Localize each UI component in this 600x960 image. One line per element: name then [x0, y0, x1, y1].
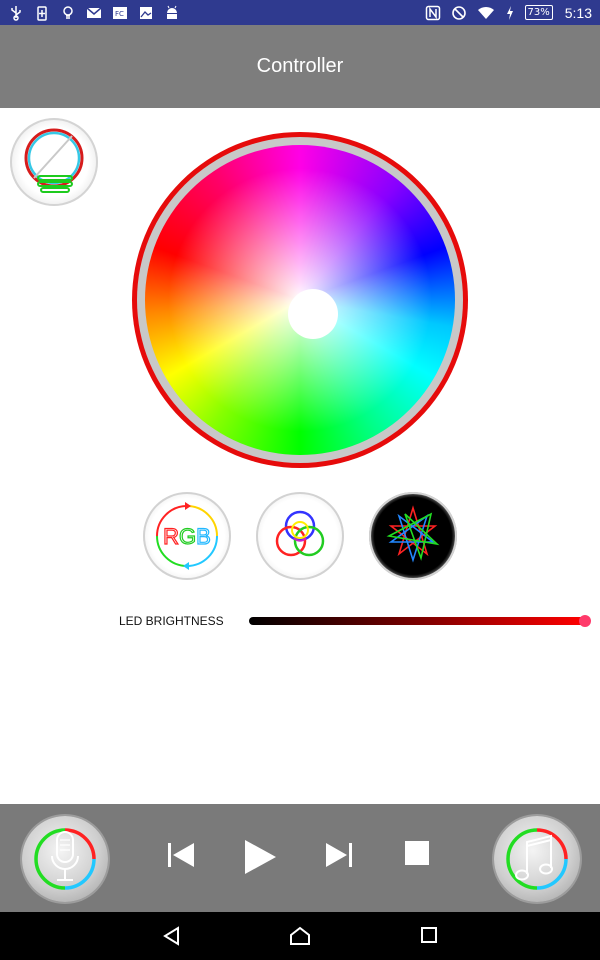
brightness-slider-track[interactable] — [249, 617, 585, 625]
page-title: Controller — [256, 55, 344, 77]
color-circles-icon — [275, 510, 325, 557]
heptagram-icon — [386, 505, 440, 563]
bulb-toggle-button[interactable] — [10, 118, 98, 206]
nfc-icon — [425, 5, 440, 20]
photos-icon — [140, 6, 152, 19]
skip-next-button[interactable] — [324, 840, 354, 870]
android-icon — [167, 5, 177, 19]
stop-button[interactable] — [404, 840, 430, 866]
microphone-mode-button[interactable] — [22, 816, 108, 902]
fc-icon: FC — [113, 6, 127, 19]
wifi-icon — [477, 6, 494, 19]
clock: 5:13 — [564, 4, 592, 21]
play-icon — [245, 840, 276, 874]
skip-next-icon — [326, 843, 352, 867]
gmail-icon — [86, 6, 102, 18]
music-mode-button[interactable] — [494, 816, 580, 902]
brightness-slider-thumb[interactable] — [579, 615, 591, 627]
skip-previous-icon — [168, 843, 194, 867]
nav-home-button[interactable] — [289, 926, 311, 950]
recents-icon — [421, 927, 437, 943]
rgb-cycle-icon: RGB — [156, 502, 218, 570]
music-note-icon — [506, 828, 568, 890]
app-bar: Controller — [0, 25, 600, 108]
color-wheel-selector[interactable] — [288, 289, 338, 339]
svg-text:FC: FC — [115, 10, 124, 18]
status-right-icons: 73% 5:13 — [425, 5, 592, 21]
player-bar — [0, 804, 600, 912]
status-left-icons: FC — [8, 5, 180, 21]
rgb-mode-button[interactable]: RGB — [143, 492, 231, 580]
nav-back-button[interactable] — [162, 926, 182, 950]
play-button[interactable] — [242, 838, 278, 876]
rgb-label: RGB — [163, 524, 211, 549]
usb-icon — [11, 5, 21, 21]
nav-recents-button[interactable] — [420, 926, 438, 948]
color-mix-mode-button[interactable] — [256, 492, 344, 580]
back-icon — [163, 926, 179, 946]
color-wheel-spectrum[interactable] — [145, 145, 455, 455]
battery-saver-icon — [37, 5, 47, 21]
status-bar: FC 73% 5:13 — [0, 0, 600, 25]
microphone-icon — [34, 828, 96, 890]
battery-level: 73% — [524, 5, 553, 20]
star-mode-button[interactable] — [369, 492, 457, 580]
brightness-slider[interactable] — [249, 615, 591, 627]
stop-icon — [405, 841, 429, 865]
brightness-label: LED BRIGHTNESS — [119, 614, 224, 628]
do-not-disturb-icon — [451, 5, 466, 20]
system-navigation-bar — [0, 912, 600, 960]
bulb-icon — [24, 128, 84, 193]
skip-previous-button[interactable] — [166, 840, 196, 870]
color-wheel[interactable] — [132, 132, 468, 468]
home-icon — [290, 926, 310, 945]
bulb-notif-icon — [63, 5, 73, 19]
charging-icon — [506, 5, 513, 20]
